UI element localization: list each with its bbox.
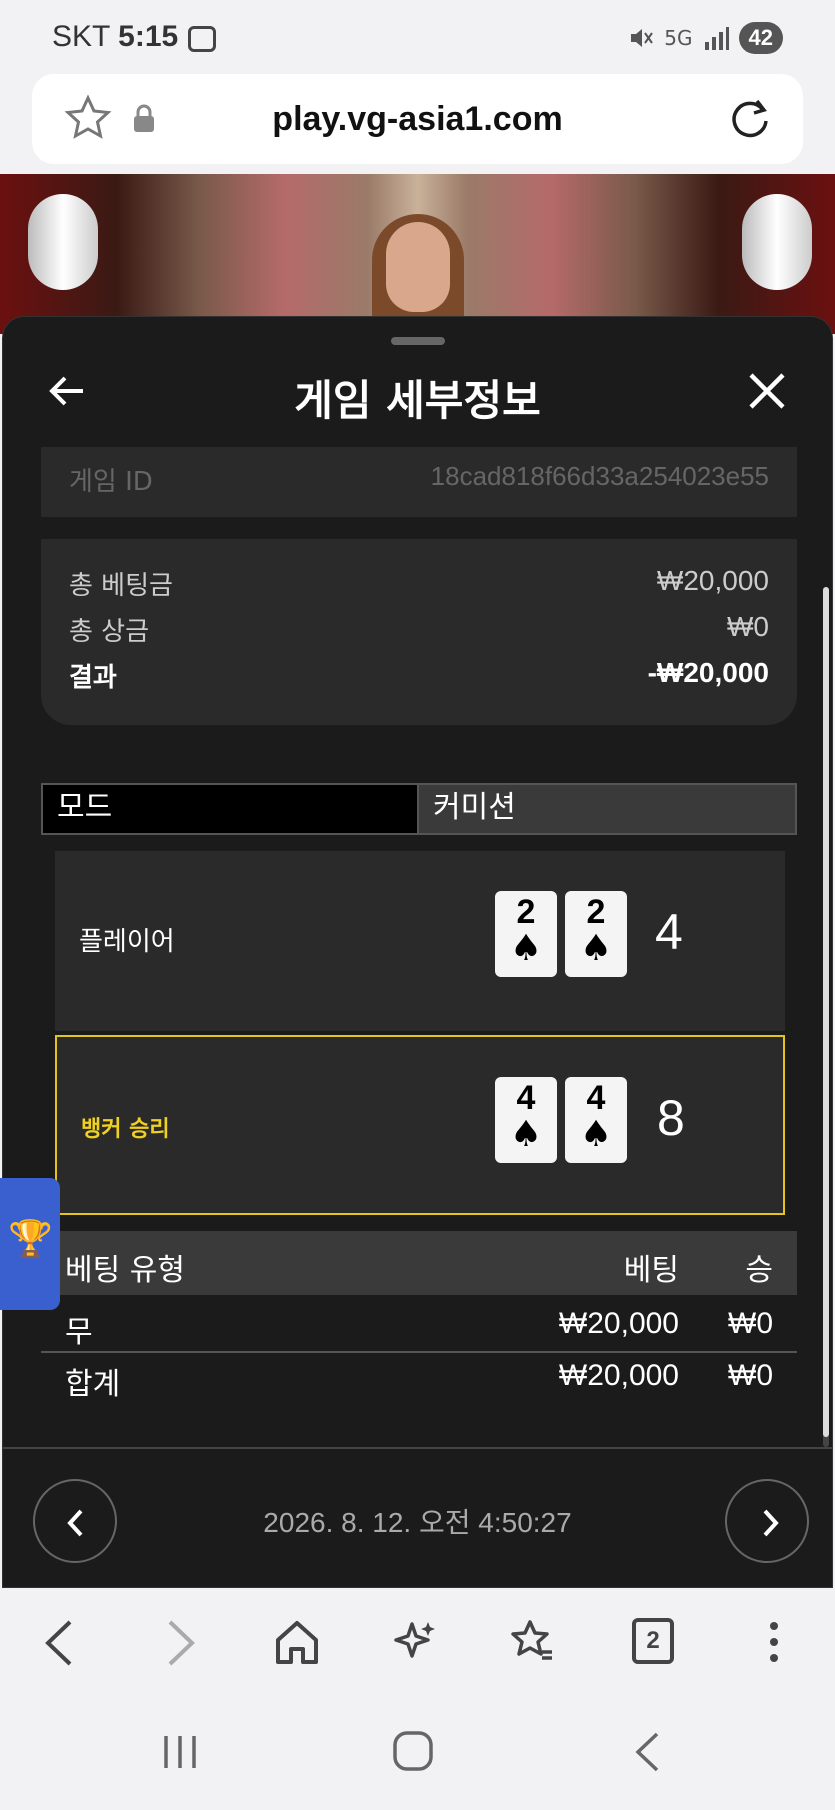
screen-capture-icon — [188, 26, 216, 52]
total-bet-value: ₩20,000 — [656, 565, 769, 596]
dealer-face — [386, 222, 450, 312]
clock: 5:15 — [118, 20, 179, 53]
system-navigation-bar — [0, 1698, 835, 1810]
more-menu-icon[interactable] — [766, 1618, 782, 1666]
mode-value: 커미션 — [419, 785, 795, 833]
tabs-icon[interactable]: 2 — [632, 1618, 674, 1664]
banker-card-1: 4 ♠ — [495, 1077, 557, 1163]
bet-win-header: 승 — [745, 1254, 773, 1287]
player-score: 4 — [655, 904, 683, 960]
url-text[interactable]: play.vg-asia1.com — [32, 100, 803, 139]
table-row-total: 합계 ₩20,000 ₩0 — [41, 1353, 797, 1405]
address-bar[interactable]: play.vg-asia1.com — [32, 74, 803, 164]
reload-icon[interactable] — [727, 96, 773, 142]
total-win-row: 총 상금 ₩0 — [69, 611, 769, 651]
mode-row: 모드 커미션 — [41, 783, 797, 835]
live-video-preview — [0, 174, 835, 334]
recent-apps-icon[interactable] — [160, 1732, 200, 1772]
network-label: 5G — [664, 26, 693, 50]
spade-icon: ♠ — [579, 928, 613, 969]
result-value: -₩20,000 — [647, 657, 769, 688]
banker-score: 8 — [657, 1090, 685, 1146]
banker-label: 뱅커 승리 — [81, 1117, 170, 1142]
game-detail-sheet: 게임 세부정보 게임 ID 18cad818f66d33a254023e55 총… — [2, 316, 833, 1588]
banker-card-2: 4 ♠ — [565, 1077, 627, 1163]
result-label: 결과 — [69, 663, 117, 693]
card-rank: 4 — [586, 1079, 606, 1117]
mute-icon — [631, 29, 654, 47]
trophy-icon: 🏆 — [8, 1219, 53, 1260]
bet-amount: ₩20,000 — [558, 1359, 679, 1392]
game-datetime: 2026. 8. 12. 오전 4:50:27 — [263, 1507, 572, 1538]
chevron-right-icon — [763, 1509, 779, 1537]
table-row: 무 ₩20,000 ₩0 — [41, 1301, 797, 1353]
next-game-button[interactable] — [725, 1479, 809, 1563]
bet-amount-header: 베팅 — [623, 1254, 679, 1287]
battery-badge: 42 — [738, 22, 783, 54]
game-id-row: 게임 ID 18cad818f66d33a254023e55 — [41, 447, 797, 517]
bet-win: ₩0 — [728, 1307, 773, 1340]
scrollbar-thumb[interactable] — [823, 587, 829, 1437]
card-rank: 4 — [516, 1079, 536, 1117]
summary-card: 총 베팅금 ₩20,000 총 상금 ₩0 결과 -₩20,000 — [41, 539, 797, 725]
home-icon[interactable] — [274, 1618, 320, 1666]
browser-toolbar: 2 — [0, 1588, 835, 1698]
total-bet-label: 총 베팅금 — [69, 571, 173, 601]
card-rank: 2 — [516, 893, 536, 931]
carrier-label: SKT — [52, 20, 110, 53]
sheet-title: 게임 세부정보 — [294, 376, 541, 425]
player-card-2: 2 ♠ — [565, 891, 627, 977]
mode-label: 모드 — [43, 785, 419, 833]
game-id-label: 게임 ID — [69, 467, 153, 497]
signal-icon — [704, 27, 729, 50]
bet-win: ₩0 — [728, 1359, 773, 1392]
player-hand: 플레이어 2 ♠ 2 ♠ 4 — [55, 851, 785, 1031]
bet-type: 합계 — [65, 1367, 121, 1402]
card-rank: 2 — [586, 893, 606, 931]
status-bar: SKT 5:15 5G 42 — [0, 0, 835, 76]
result-row: 결과 -₩20,000 — [69, 657, 769, 697]
total-win-label: 총 상금 — [69, 617, 150, 647]
player-label: 플레이어 — [79, 927, 175, 957]
player-card-1: 2 ♠ — [495, 891, 557, 977]
trophy-tab[interactable]: 🏆 — [0, 1178, 60, 1310]
banker-hand: 뱅커 승리 4 ♠ 4 ♠ 8 — [55, 1035, 785, 1215]
spade-icon: ♠ — [509, 928, 543, 969]
total-win-value: ₩0 — [727, 611, 769, 642]
forward-icon[interactable] — [164, 1618, 198, 1668]
total-bet-row: 총 베팅금 ₩20,000 — [69, 565, 769, 605]
bookmarks-icon[interactable] — [508, 1618, 556, 1666]
close-icon[interactable] — [747, 371, 787, 411]
spade-icon: ♠ — [579, 1114, 613, 1155]
back-icon[interactable] — [42, 1618, 76, 1668]
spade-icon: ♠ — [509, 1114, 543, 1155]
game-id-value: 18cad818f66d33a254023e55 — [430, 461, 769, 491]
system-back-icon[interactable] — [632, 1730, 662, 1774]
bet-table-header: 베팅 유형 베팅 승 — [41, 1231, 797, 1295]
status-time: SKT 5:15 — [52, 20, 178, 54]
status-icons: 5G 42 — [628, 22, 783, 54]
home-circle-icon[interactable] — [392, 1730, 434, 1772]
divider — [3, 1447, 832, 1449]
bet-amount: ₩20,000 — [558, 1307, 679, 1340]
bet-type: 무 — [65, 1315, 93, 1350]
bet-type-header: 베팅 유형 — [65, 1253, 185, 1288]
drag-handle[interactable] — [391, 337, 445, 345]
sparkle-icon[interactable] — [394, 1618, 438, 1666]
lantern-right — [742, 194, 812, 290]
lantern-left — [28, 194, 98, 290]
